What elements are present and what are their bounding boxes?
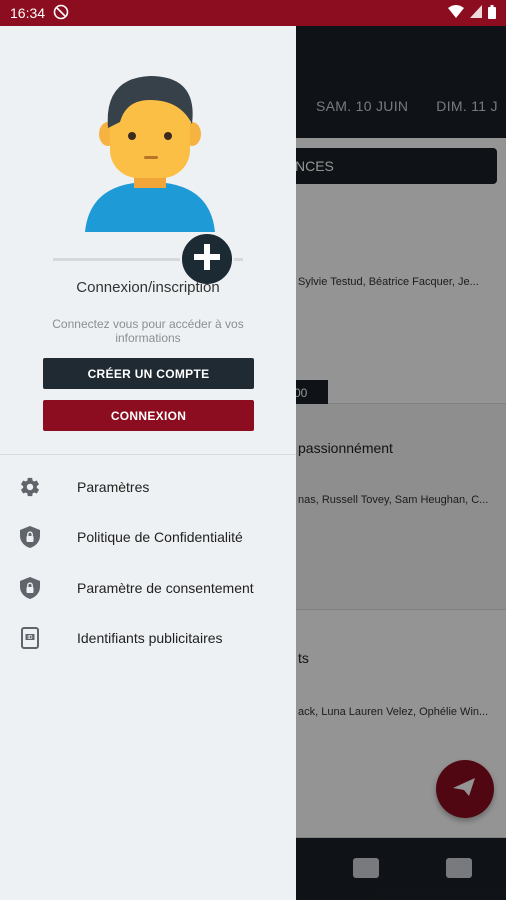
plus-icon xyxy=(192,242,222,277)
add-avatar-button[interactable] xyxy=(180,232,234,286)
login-subtitle: Connectez vous pour accéder à vos inform… xyxy=(52,317,244,345)
battery-icon xyxy=(488,4,496,22)
signal-icon xyxy=(470,5,482,21)
shield-lock-icon xyxy=(18,525,42,549)
login-title[interactable]: Connexion/inscription xyxy=(0,279,296,296)
status-time: 16:34 xyxy=(10,5,46,21)
login-button[interactable]: CONNEXION xyxy=(43,400,254,431)
menu-label-privacy-policy: Politique de Confidentialité xyxy=(77,529,243,545)
menu-item-settings[interactable]: Paramètres xyxy=(0,463,296,511)
shield-lock-icon xyxy=(18,576,42,600)
menu-label-settings: Paramètres xyxy=(77,479,150,495)
create-account-label: CRÉER UN COMPTE xyxy=(87,366,210,381)
menu-label-ad-identifiers: Identifiants publicitaires xyxy=(77,630,223,646)
id-card-icon: ID xyxy=(18,626,42,650)
menu-item-privacy-policy[interactable]: Politique de Confidentialité xyxy=(0,513,296,561)
menu-item-ad-identifiers[interactable]: ID Identifiants publicitaires xyxy=(0,614,296,662)
status-bar: 16:34 xyxy=(0,0,506,26)
notification-icon xyxy=(53,4,69,23)
wifi-icon xyxy=(448,5,464,21)
menu-label-consent-settings: Paramètre de consentement xyxy=(77,580,254,596)
navigation-drawer: Connexion/inscription Connectez vous pou… xyxy=(0,26,296,900)
create-account-button[interactable]: CRÉER UN COMPTE xyxy=(43,358,254,389)
drawer-divider xyxy=(0,454,296,455)
login-label: CONNEXION xyxy=(110,408,187,423)
svg-text:ID: ID xyxy=(28,635,33,641)
gear-icon xyxy=(18,475,42,499)
menu-item-consent-settings[interactable]: Paramètre de consentement xyxy=(0,564,296,612)
